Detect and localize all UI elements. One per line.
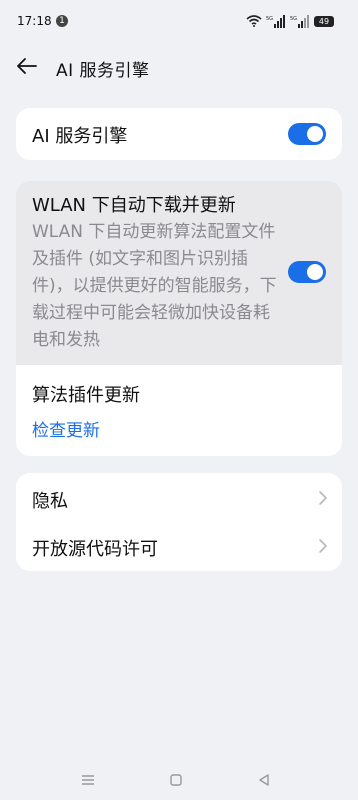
battery-icon: 49 [314, 15, 334, 27]
signal-5g-icon: 5G [266, 14, 285, 28]
update-card: WLAN 下自动下载并更新 WLAN 下自动更新算法配置文件及插件 (如文字和图… [16, 181, 342, 456]
engine-toggle[interactable] [288, 123, 326, 145]
status-time: 17:18 [17, 14, 52, 28]
status-icons: 5G 5G 49 [246, 14, 334, 28]
privacy-row[interactable]: 隐私 [16, 475, 342, 521]
chevron-right-icon [319, 539, 327, 553]
more-card: 隐私 开放源代码许可 [16, 473, 342, 571]
wlan-description: WLAN 下自动更新算法配置文件及插件 (如文字和图片识别插件)，以提供更好的智… [32, 222, 277, 350]
signal-5g-icon: 5G [290, 14, 309, 28]
toggle-knob [307, 126, 323, 142]
svg-text:5G: 5G [266, 16, 273, 22]
notification-badge: 1 [56, 15, 68, 27]
open-source-label: 开放源代码许可 [32, 539, 158, 560]
status-bar: 17:18 1 5G 5G 49 [0, 0, 358, 40]
back-button[interactable] [14, 54, 40, 78]
nav-home-icon[interactable] [166, 770, 186, 790]
engine-card: AI 服务引擎 [16, 108, 342, 160]
algorithm-update-title: 算法插件更新 [32, 385, 140, 406]
svg-text:5G: 5G [290, 16, 297, 22]
app-header: AI 服务引擎 [0, 46, 358, 86]
open-source-license-row[interactable]: 开放源代码许可 [16, 523, 342, 569]
page-title: AI 服务引擎 [56, 61, 150, 81]
chevron-right-icon [319, 491, 327, 505]
nav-menu-icon[interactable] [78, 770, 98, 790]
toggle-knob [307, 264, 323, 280]
engine-label: AI 服务引擎 [32, 126, 128, 147]
wlan-title: WLAN 下自动下载并更新 [32, 195, 236, 216]
privacy-label: 隐私 [32, 491, 68, 512]
back-arrow-icon [17, 58, 37, 74]
wlan-auto-update-row[interactable]: WLAN 下自动下载并更新 WLAN 下自动更新算法配置文件及插件 (如文字和图… [16, 181, 342, 365]
check-update-link[interactable]: 检查更新 [32, 416, 100, 441]
wifi-icon [246, 15, 262, 27]
system-nav-bar [0, 760, 358, 800]
nav-back-icon[interactable] [254, 770, 274, 790]
wlan-toggle[interactable] [288, 261, 326, 283]
